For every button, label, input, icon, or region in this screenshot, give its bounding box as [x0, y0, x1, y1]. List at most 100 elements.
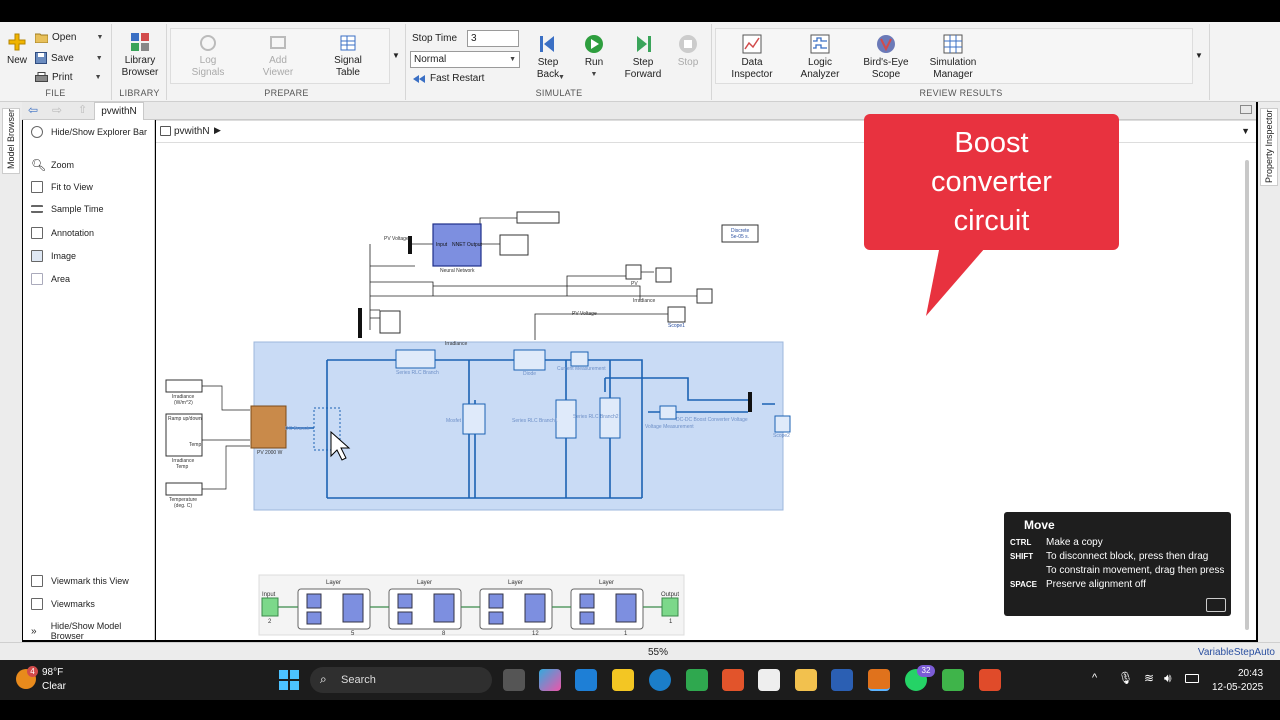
notes-icon[interactable]	[612, 669, 634, 691]
bus-mux-block[interactable]	[358, 308, 362, 338]
app-green-icon[interactable]	[686, 669, 708, 691]
pv-voltage-label: PV Voltage	[384, 236, 409, 242]
windows-start-icon[interactable]	[279, 670, 299, 690]
callout-line-1: Boost	[954, 127, 1029, 159]
temp-port-label: Temp	[189, 442, 202, 448]
matlab-icon[interactable]	[868, 669, 890, 691]
scope1-label: Scope1	[668, 323, 685, 329]
pv-voltage-signal-label: PV Voltage	[572, 311, 597, 317]
scope-pv-block[interactable]	[655, 267, 672, 283]
nn-input-port-label: Input	[436, 242, 448, 248]
app-c-red-icon[interactable]	[979, 669, 1001, 691]
temperature-label-2: (deg. C)	[174, 503, 193, 509]
layer-3-count: 12	[532, 631, 539, 637]
nn-input-block[interactable]	[261, 597, 279, 617]
move-tooltip: Move CTRL Make a copy SHIFT To disconnect …	[1004, 512, 1231, 616]
battery-icon[interactable]	[1185, 674, 1199, 683]
scope-bus-block[interactable]	[379, 310, 401, 334]
nn-output-count: 1	[669, 619, 673, 625]
search-placeholder: Search	[341, 674, 376, 686]
bottom-black-bar	[0, 700, 1280, 720]
clock-time[interactable]: 20:43	[1238, 668, 1263, 679]
tooltip-key	[1010, 565, 1046, 576]
scope2-block[interactable]	[774, 415, 791, 433]
tooltip-row: CTRL Make a copy	[1010, 537, 1103, 548]
layer-2-title: Layer	[417, 580, 433, 586]
series-rlc2-label: Series RLC Branch2	[573, 414, 619, 420]
wifi-icon[interactable]: ≋	[1144, 671, 1154, 685]
nn-output-label: Output	[661, 592, 680, 598]
tooltip-row: SPACE Preserve alignment off	[1010, 579, 1146, 590]
task-view-icon[interactable]	[503, 669, 525, 691]
tooltip-text: To constrain movement, drag then press	[1046, 565, 1225, 576]
display-block[interactable]	[516, 211, 560, 224]
weather-temp: 98°F	[42, 667, 64, 678]
tooltip-text: Make a copy	[1046, 537, 1103, 548]
series-rlc-label: Series RLC Branch	[396, 370, 439, 376]
search-icon: ⌕	[320, 672, 327, 686]
status-bar: 55% VariableStepAuto	[0, 642, 1280, 660]
irradiance-top-label: Irradiance	[445, 341, 468, 347]
nn-output-block[interactable]	[661, 597, 679, 617]
microphone-icon[interactable]: 🎙︎	[1118, 671, 1133, 685]
circuit-mux-block[interactable]	[748, 392, 752, 412]
product-block[interactable]	[625, 264, 642, 280]
dc-branch-label: DC Branch	[285, 426, 310, 432]
powergui-label-2: 5e-05 s.	[731, 234, 750, 240]
callout-line-3: circuit	[953, 205, 1030, 237]
copilot-icon[interactable]	[539, 669, 561, 691]
layer-1-count: 5	[351, 631, 355, 637]
nn-input-count: 2	[268, 619, 272, 625]
series-rlc1-label: Series RLC Branch1	[512, 418, 558, 424]
layer-3-title: Layer	[508, 580, 524, 586]
current-measurement-block[interactable]	[570, 351, 589, 367]
scope-irradiance-block[interactable]	[696, 288, 713, 304]
temperature-const-block[interactable]	[165, 482, 203, 496]
scope1-block[interactable]	[667, 306, 686, 323]
photos-icon[interactable]	[575, 669, 597, 691]
taskbar-search-box[interactable]: ⌕ Search	[310, 667, 492, 693]
solver-status[interactable]: VariableStepAuto	[1198, 647, 1275, 658]
irradiance-const-block[interactable]	[165, 379, 203, 393]
boost-converter-callout: Boost converter circuit	[864, 114, 1119, 250]
volume-icon[interactable]: 🔊︎	[1164, 671, 1172, 686]
tooltip-key: SHIFT	[1010, 552, 1034, 561]
file-explorer-icon[interactable]	[795, 669, 817, 691]
mosfet-label: Mosfet	[446, 418, 462, 424]
series-rlc-inductor[interactable]	[395, 349, 436, 369]
voltage-measurement-block[interactable]	[659, 405, 677, 420]
nn-input-label: Input	[262, 592, 276, 598]
irradiance-block-label-2: (W/m^2)	[174, 400, 193, 406]
layer-1-title: Layer	[326, 580, 342, 586]
layer-4-count: 1	[624, 631, 628, 637]
tray-chevron-up-icon[interactable]: ^	[1092, 672, 1097, 684]
source-wires	[202, 385, 250, 490]
nn-output-port-label: NNET Output	[452, 242, 482, 248]
tooltip-row: To constrain movement, drag then press	[1010, 565, 1224, 576]
tooltip-text: Preserve alignment off	[1046, 579, 1146, 590]
weather-badge: 4	[27, 666, 38, 677]
layer-2-count: 8	[442, 631, 446, 637]
irr-temp-label-2: Temp	[176, 464, 189, 470]
snipping-tool-icon[interactable]	[758, 669, 780, 691]
app-c-green-icon[interactable]	[942, 669, 964, 691]
keyboard-icon[interactable]	[1206, 598, 1226, 612]
weather-condition: Clear	[42, 681, 66, 692]
callout-tail	[926, 245, 985, 316]
neural-network-label: Neural Network	[440, 268, 475, 274]
word-icon[interactable]	[831, 669, 853, 691]
pv-array-label: PV 2000 W	[257, 450, 283, 456]
clock-date[interactable]: 12-05-2025	[1212, 682, 1263, 693]
gain-block[interactable]	[499, 234, 529, 256]
scope2-label: Scope2	[773, 433, 790, 439]
edge-icon[interactable]	[649, 669, 671, 691]
brave-icon[interactable]	[722, 669, 744, 691]
diode-label: Diode	[523, 371, 537, 377]
current-measurement-label: Current Measurement	[557, 366, 606, 372]
diode-block[interactable]	[513, 349, 546, 371]
whatsapp-badge: 32	[917, 665, 935, 677]
pv-array-block[interactable]	[250, 405, 287, 449]
mosfet-block[interactable]	[462, 403, 486, 435]
irradiance-signal-label: Irradiance	[633, 298, 656, 304]
windows-taskbar: 4 98°F Clear ⌕ Search	[0, 660, 1280, 700]
